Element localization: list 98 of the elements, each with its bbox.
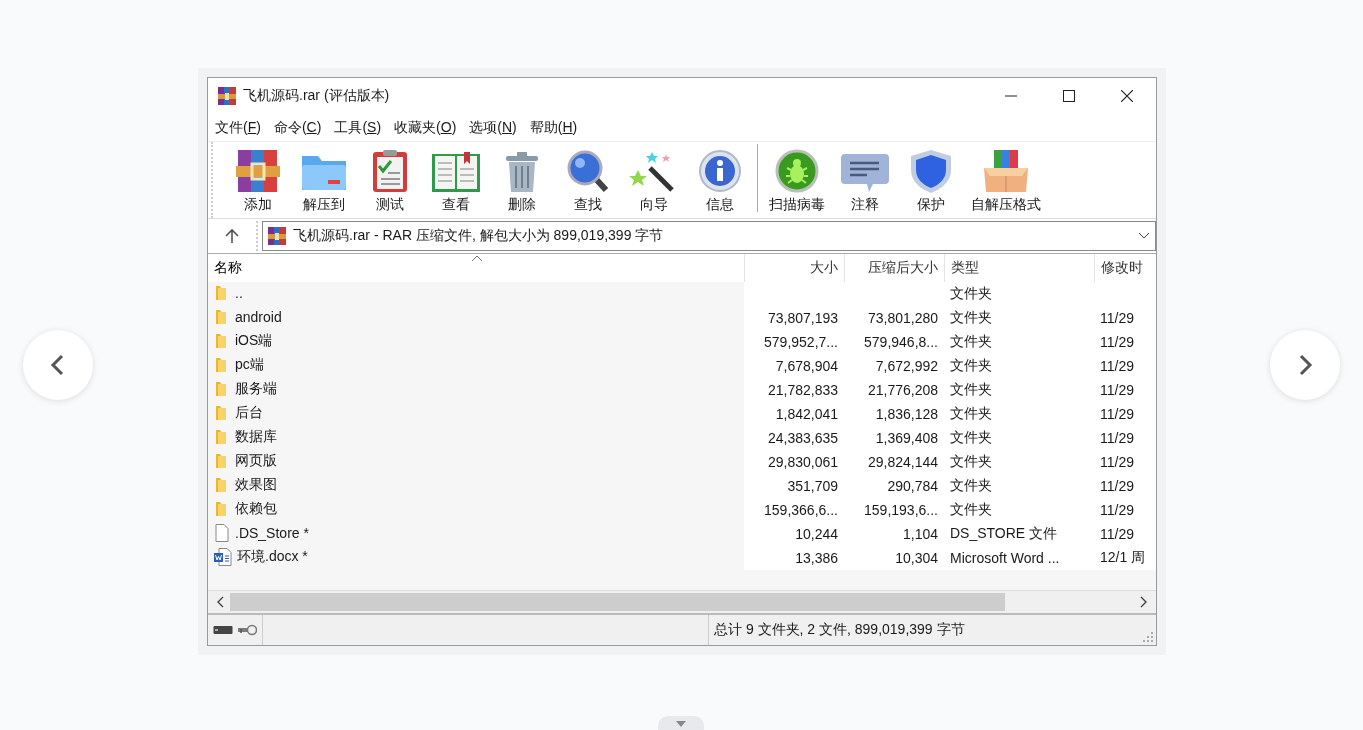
- table-cell: 1,836,128: [875, 406, 938, 422]
- table-cell: 1,369,408: [875, 430, 938, 446]
- file-name[interactable]: android: [235, 308, 282, 325]
- toolbar-button[interactable]: 注释: [832, 148, 898, 214]
- table-cell: 11/29: [1100, 430, 1134, 446]
- file-name[interactable]: 网页版: [235, 452, 277, 470]
- file-name[interactable]: pc端: [235, 356, 264, 374]
- menu-item[interactable]: 命令(C): [273, 118, 322, 137]
- table-cell: 10,304: [895, 550, 938, 566]
- table-cell: 21,782,833: [767, 382, 838, 398]
- table-cell: 文件夹: [950, 309, 992, 325]
- collapse-tab[interactable]: [658, 716, 704, 730]
- table-cell: 24,383,635: [767, 430, 838, 446]
- file-name[interactable]: iOS端: [235, 332, 273, 350]
- table-cell: 73,807,193: [767, 310, 838, 326]
- table-cell: 11/29: [1100, 382, 1134, 398]
- books-icon: [217, 86, 237, 106]
- file-name[interactable]: 服务端: [235, 380, 277, 398]
- table-cell: 11/29: [1100, 406, 1134, 422]
- scrollbar-thumb[interactable]: [230, 593, 1005, 611]
- column-header[interactable]: 名称: [214, 259, 242, 275]
- menu-item[interactable]: 选项(N): [469, 118, 517, 137]
- table-cell: 29,824,144: [867, 454, 938, 470]
- table-cell: 文件夹: [950, 429, 992, 445]
- horizontal-scrollbar[interactable]: [208, 590, 1156, 613]
- table-cell: 文件夹: [950, 453, 992, 469]
- chevron-left-icon[interactable]: [216, 596, 224, 608]
- table-cell: DS_STORE 文件: [950, 525, 1058, 541]
- table-cell: 159,366,6...: [764, 502, 838, 518]
- table-cell: 文件夹: [950, 381, 992, 397]
- table-cell: 579,946,8...: [864, 334, 938, 350]
- menu-item[interactable]: 工具(S): [334, 118, 382, 137]
- toolbar-button[interactable]: 扫描病毒: [762, 148, 832, 214]
- toolbar-button[interactable]: 添加: [225, 148, 291, 214]
- drive-icon: [213, 625, 233, 635]
- table-cell: 文件夹: [950, 405, 992, 421]
- table-cell: 7,672,992: [875, 358, 938, 374]
- window-title: 飞机源码.rar (评估版本): [243, 87, 391, 105]
- table-cell: 7,678,904: [775, 358, 838, 374]
- status-text: 总计 9 文件夹, 2 文件, 899,019,399 字节: [714, 621, 965, 637]
- toolbar-button[interactable]: 删除: [489, 148, 555, 214]
- arrow-up-icon: [224, 228, 240, 244]
- table-cell: 351,709: [787, 478, 838, 494]
- column-header[interactable]: 类型: [950, 259, 979, 275]
- table-cell: 1,104: [902, 526, 938, 542]
- menu-item[interactable]: 帮助(H): [529, 118, 578, 137]
- table-cell: 1,842,041: [775, 406, 838, 422]
- table-cell: 文件夹: [950, 501, 992, 517]
- table-cell: 29,830,061: [767, 454, 838, 470]
- toolbar-button[interactable]: 信息: [687, 148, 753, 214]
- table-cell: 11/29: [1100, 454, 1134, 470]
- table-cell: 文件夹: [950, 477, 992, 493]
- table-cell: 73,801,280: [867, 310, 938, 326]
- toolbar-button[interactable]: 向导: [621, 148, 687, 214]
- table-cell: 11/29: [1100, 502, 1134, 518]
- column-header[interactable]: 大小: [809, 259, 838, 275]
- table-cell: Microsoft Word ...: [950, 550, 1060, 566]
- table-cell: 文件夹: [950, 357, 992, 373]
- table-cell: 11/29: [1100, 358, 1134, 374]
- file-name[interactable]: 依赖包: [235, 500, 277, 518]
- table-cell: 290,784: [887, 478, 938, 494]
- toolbar-button[interactable]: 查看: [423, 148, 489, 214]
- close-icon: [1121, 90, 1133, 102]
- chevron-right-icon[interactable]: [1140, 596, 1148, 608]
- table-cell: 159,193,6...: [864, 502, 938, 518]
- caret-down-icon: [676, 721, 686, 727]
- file-name[interactable]: .DS_Store *: [235, 524, 309, 541]
- toolbar-button[interactable]: 查找: [555, 148, 621, 214]
- file-name[interactable]: 效果图: [235, 476, 277, 494]
- table-cell: 12/1 周: [1100, 549, 1146, 565]
- resize-grip-icon[interactable]: [1143, 632, 1153, 642]
- table-cell: 11/29: [1100, 478, 1134, 494]
- file-name[interactable]: ..: [235, 284, 243, 301]
- key-icon: [237, 623, 257, 637]
- table-cell: 文件夹: [950, 333, 992, 349]
- toolbar-button[interactable]: 测试: [357, 148, 423, 214]
- file-name[interactable]: 后台: [235, 404, 263, 422]
- table-cell: 21,776,208: [867, 382, 938, 398]
- books-icon: [267, 226, 287, 246]
- menu-item[interactable]: 收藏夹(O): [394, 118, 457, 137]
- table-cell: 11/29: [1100, 526, 1134, 542]
- next-button[interactable]: [1270, 330, 1340, 400]
- toolbar-button[interactable]: 解压到: [291, 148, 357, 214]
- menu-item[interactable]: 文件(F): [215, 118, 261, 137]
- toolbar-button[interactable]: 自解压格式: [964, 148, 1048, 214]
- toolbar-button[interactable]: 保护: [898, 148, 964, 214]
- table-cell: 579,952,7...: [764, 334, 838, 350]
- table-cell: 11/29: [1100, 310, 1134, 326]
- address-field[interactable]: 飞机源码.rar - RAR 压缩文件, 解包大小为 899,019,399 字节: [262, 221, 1156, 251]
- table-cell: 10,244: [795, 526, 838, 542]
- table-cell: 11/29: [1100, 334, 1134, 350]
- file-name[interactable]: 环境.docx *: [237, 547, 308, 566]
- table-cell: 13,386: [795, 550, 838, 566]
- chevron-down-icon: [1139, 233, 1149, 239]
- table-cell: 文件夹: [950, 285, 992, 301]
- file-name[interactable]: 数据库: [235, 428, 277, 446]
- previous-button[interactable]: [23, 330, 93, 400]
- maximize-icon: [1063, 90, 1075, 102]
